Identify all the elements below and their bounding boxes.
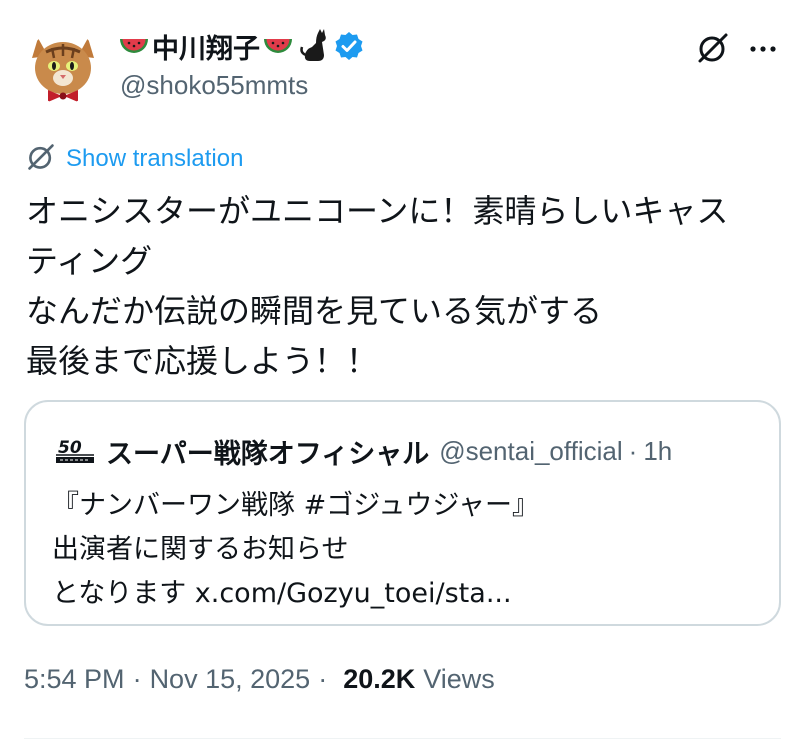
quoted-text-link[interactable]: となります x.com/Gozyu_toei/sta... [52, 578, 512, 609]
more-options-icon[interactable] [748, 34, 778, 64]
author-display-name[interactable]: 中川翔子 [118, 27, 364, 66]
tweet-text-line: 最後まで応援しよう！！ [26, 342, 379, 380]
tweet-text-line: ティング [26, 242, 153, 280]
quoted-text-line: となります x.com/Gozyu_toei/sta... [52, 572, 539, 616]
separator-dot: · [628, 435, 638, 466]
avatar[interactable] [26, 30, 100, 104]
separator-dot: · [132, 664, 142, 694]
quoted-author-name: スーパー戦隊オフィシャル [106, 438, 430, 470]
quoted-tweet-header: 50 スーパー戦隊オフィシャル @sentai_official · 1h [54, 432, 672, 470]
black-cat-icon [298, 29, 330, 63]
author-handle[interactable]: @shoko55mmts [120, 70, 308, 101]
tweet-date[interactable]: Nov 15, 2025 [150, 664, 311, 695]
quoted-tweet-card[interactable]: 50 スーパー戦隊オフィシャル @sentai_official · 1h 『ナ… [24, 400, 781, 626]
verified-badge-icon[interactable] [334, 31, 364, 61]
quoted-text-line: 『ナンバーワン戦隊 #ゴジュウジャー』 [52, 490, 539, 521]
quoted-author-handle: @sentai_official [439, 435, 623, 466]
tweet-time[interactable]: 5:54 PM [24, 664, 125, 695]
sentai-logo-icon: 50 [54, 436, 96, 466]
views-label[interactable]: Views [423, 664, 495, 695]
quoted-text-line: 出演者に関するお知らせ [52, 534, 349, 565]
tweet-text-line: オニシスターがユニコーンに！素晴らしいキャス [26, 192, 729, 230]
quoted-tweet-text: 『ナンバーワン戦隊 #ゴジュウジャー』 出演者に関するお知らせ となります x.… [52, 484, 539, 616]
show-translation-label: Show translation [66, 145, 244, 172]
tweet-header: 中川翔子 @shoko55mmts [0, 0, 805, 120]
show-translation-button[interactable]: Show translation [26, 142, 243, 176]
views-count: 20.2K [343, 664, 416, 694]
watermelon-icon [118, 31, 150, 61]
quoted-tweet-time: 1h [643, 435, 673, 466]
author-display-name-text: 中川翔子 [152, 33, 260, 64]
grok-icon [26, 142, 56, 177]
watermelon-icon [262, 31, 294, 61]
tweet-text: オニシスターがユニコーンに！素晴らしいキャス ティング なんだか伝説の瞬間を見て… [26, 186, 786, 386]
author-name-row: 中川翔子 [118, 28, 364, 64]
separator-dot: · [318, 664, 328, 694]
tweet-meta: 5:54 PM · Nov 15, 2025 · 20.2K Views [24, 664, 495, 695]
grok-icon[interactable] [696, 31, 730, 65]
tweet-text-line: なんだか伝説の瞬間を見ている気がする [26, 292, 603, 330]
divider [24, 738, 781, 739]
